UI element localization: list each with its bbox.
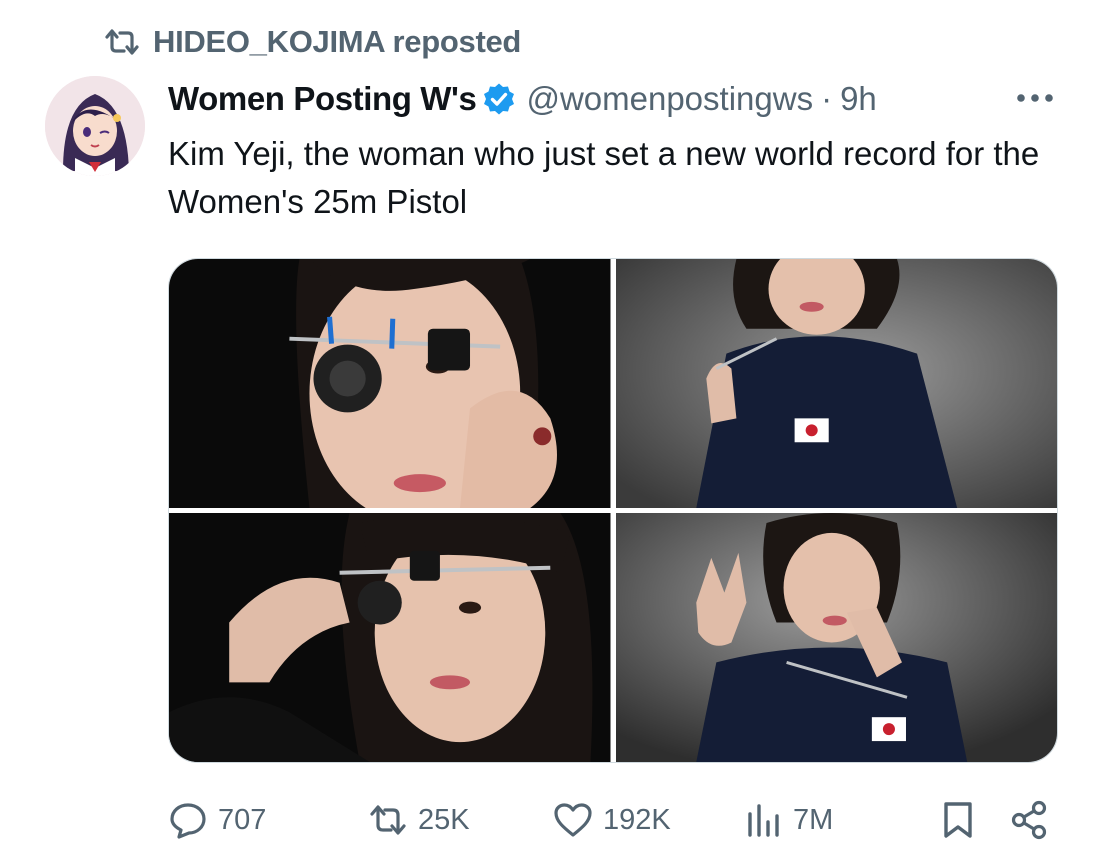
reply-button[interactable]: 707 (168, 798, 266, 842)
repost-indicator[interactable]: HIDEO_KOJIMA reposted (103, 22, 521, 62)
action-bar: 707 25K 192K 7M (168, 798, 1058, 842)
photo-2[interactable] (615, 259, 1057, 508)
heart-icon (553, 800, 593, 840)
like-count: 192K (603, 803, 671, 836)
repost-label[interactable]: HIDEO_KOJIMA reposted (153, 24, 521, 60)
views-count: 7M (793, 803, 834, 836)
views-chart-icon (743, 800, 783, 840)
photo-3[interactable] (169, 513, 611, 762)
photo-1[interactable] (169, 259, 611, 508)
display-name[interactable]: Women Posting W's (168, 80, 477, 118)
reply-icon (168, 800, 208, 840)
separator-dot: · (821, 80, 833, 117)
photo-4[interactable] (615, 513, 1057, 762)
like-button[interactable]: 192K (553, 798, 671, 842)
handle[interactable]: @womenpostingws (526, 80, 813, 118)
bookmark-icon (938, 800, 978, 840)
share-icon (1010, 800, 1050, 840)
repost-icon (368, 800, 408, 840)
tweet-header: Women Posting W's @womenpostingws · 9h (168, 76, 1058, 122)
repost-button[interactable]: 25K (368, 798, 470, 842)
avatar[interactable] (45, 76, 145, 176)
bookmark-button[interactable] (938, 798, 978, 842)
repost-icon (103, 27, 141, 57)
repost-count: 25K (418, 803, 470, 836)
share-button[interactable] (1010, 798, 1050, 842)
reply-count: 707 (218, 803, 267, 836)
timestamp[interactable]: 9h (840, 80, 877, 118)
media-grid (168, 258, 1058, 763)
verified-badge-icon[interactable] (482, 82, 516, 116)
tweet-text: Kim Yeji, the woman who just set a new w… (168, 135, 1040, 220)
more-options-icon[interactable] (1012, 78, 1058, 118)
views-button[interactable]: 7M (743, 798, 833, 842)
